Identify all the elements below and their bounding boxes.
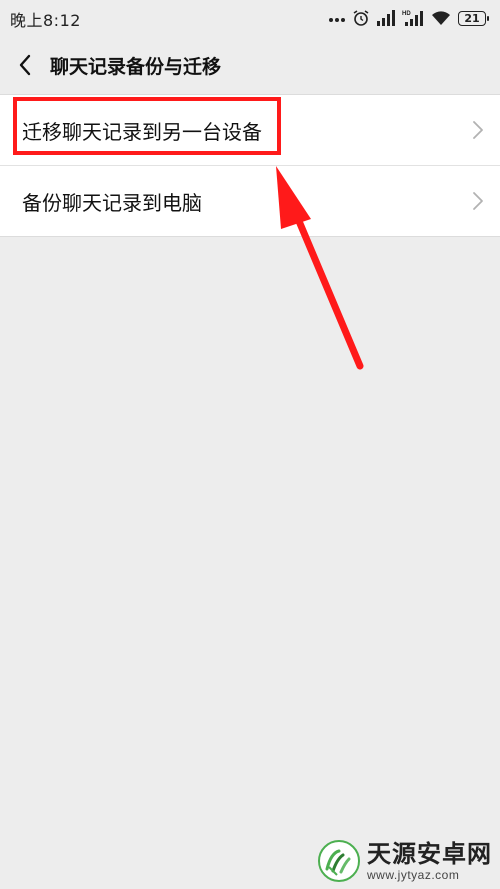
battery-icon: 21: [458, 10, 489, 26]
status-bar: 晚上8:12 HD 21: [0, 0, 500, 36]
chevron-left-icon: [19, 54, 31, 76]
list-item-backup-to-computer[interactable]: 备份聊天记录到电脑: [0, 165, 500, 236]
status-icons: HD 21: [328, 8, 489, 28]
android-logo-icon: [318, 840, 360, 882]
list-item-migrate-chat-history[interactable]: 迁移聊天记录到另一台设备: [0, 95, 500, 165]
watermark-name: 天源安卓网: [367, 840, 492, 868]
watermark-url: www.jytyaz.com: [367, 868, 460, 882]
more-dots-icon: [329, 18, 345, 22]
settings-list: 迁移聊天记录到另一台设备 备份聊天记录到电脑: [0, 94, 500, 237]
list-item-label: 迁移聊天记录到另一台设备: [22, 119, 262, 144]
wifi-icon: [432, 11, 450, 25]
back-button[interactable]: [10, 50, 40, 80]
nav-bar: 聊天记录备份与迁移: [0, 36, 500, 94]
chevron-right-icon: [473, 121, 483, 139]
status-time: 晚上8:12: [10, 11, 81, 30]
alarm-icon: [353, 10, 369, 26]
list-item-label: 备份聊天记录到电脑: [22, 190, 202, 215]
page-title: 聊天记录备份与迁移: [50, 56, 222, 78]
svg-text:HD: HD: [402, 11, 411, 17]
hd-signal-icon: HD: [402, 11, 423, 26]
chevron-right-icon: [473, 192, 483, 210]
signal-icon: [377, 10, 395, 26]
watermark: 天源安卓网 www.jytyaz.com: [317, 839, 492, 883]
watermark-text: 天源安卓网 www.jytyaz.com: [367, 840, 492, 882]
battery-level: 21: [464, 11, 480, 25]
